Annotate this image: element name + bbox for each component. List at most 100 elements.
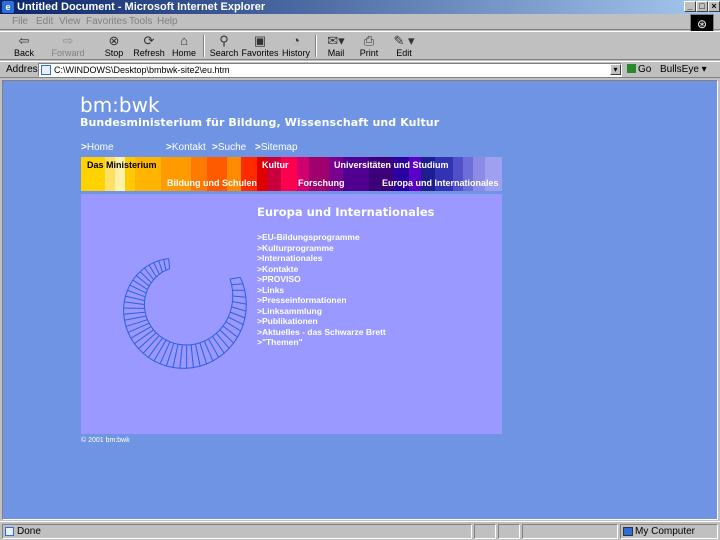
home-icon: ⌂ bbox=[180, 33, 188, 48]
link-list: >EU-Bildungsprogramme >Kulturprogramme >… bbox=[257, 232, 386, 348]
go-label: Go bbox=[638, 64, 652, 75]
menu-view[interactable]: View bbox=[59, 16, 81, 27]
history-label: History bbox=[281, 48, 310, 58]
site-logo[interactable]: bm:bwk bbox=[80, 93, 160, 117]
address-input[interactable]: C:\WINDOWS\Desktop\bmbwk-site2\eu.htm bbox=[38, 63, 622, 77]
link-kontakte[interactable]: >Kontakte bbox=[257, 264, 386, 275]
status-cell bbox=[522, 524, 618, 539]
link-kulturprogramme[interactable]: >Kulturprogramme bbox=[257, 243, 386, 254]
category-ministerium[interactable]: Das Ministerium bbox=[87, 160, 157, 170]
spiral-outline bbox=[123, 258, 247, 369]
menu-favorites[interactable]: Favorites bbox=[86, 16, 127, 27]
category-navigation-bar: Das Ministerium Bildung und Schulen Kult… bbox=[81, 157, 502, 191]
close-button[interactable]: × bbox=[708, 1, 720, 12]
spiral-graphic-svg bbox=[123, 258, 247, 369]
menu-edit[interactable]: Edit bbox=[36, 16, 53, 27]
stop-icon: ⊗ bbox=[108, 33, 120, 48]
spiral-stroke bbox=[229, 276, 241, 280]
copyright-notice: © 2001 bm:bwk bbox=[81, 437, 130, 444]
spiral-stroke bbox=[199, 342, 208, 365]
back-button[interactable]: ⇦ Back bbox=[6, 34, 42, 60]
page-icon bbox=[41, 65, 51, 75]
refresh-button[interactable]: ⟳ Refresh bbox=[131, 34, 167, 60]
home-button[interactable]: ⌂ Home bbox=[166, 34, 202, 60]
section-heading: Europa und Internationales bbox=[257, 205, 435, 219]
spiral-stroke bbox=[230, 311, 246, 319]
refresh-icon: ⟳ bbox=[143, 33, 155, 48]
title-bar: e Untitled Document - Microsoft Internet… bbox=[0, 0, 720, 14]
spiral-stroke bbox=[125, 295, 145, 302]
edit-button[interactable]: ✎ ▾ Edit bbox=[386, 34, 422, 60]
page-viewport[interactable]: bm:bwk Bundesministerium für Bildung, Wi… bbox=[2, 80, 718, 520]
category-europa[interactable]: Europa und Internationales bbox=[382, 178, 499, 188]
menu-file[interactable]: File bbox=[12, 16, 28, 27]
ie-icon: e bbox=[2, 1, 14, 13]
minimize-button[interactable]: _ bbox=[684, 1, 696, 12]
content-panel: Europa und Internationales >EU-Bildungsp… bbox=[81, 194, 502, 434]
spiral-graphic bbox=[99, 252, 249, 385]
mail-button[interactable]: ✉▾ Mail bbox=[318, 34, 354, 60]
toolbar-separator bbox=[203, 35, 205, 57]
favorites-button[interactable]: ▣ Favorites bbox=[240, 34, 280, 60]
topnav-sitemap[interactable]: >Sitemap bbox=[255, 142, 298, 153]
bullseye-button[interactable]: BullsEye ▾ bbox=[660, 64, 707, 75]
spiral-stroke bbox=[232, 301, 247, 305]
spiral-outline bbox=[143, 268, 234, 346]
menu-tools[interactable]: Tools bbox=[129, 16, 152, 27]
search-button[interactable]: ⚲ Search bbox=[206, 34, 242, 60]
link-linksammlung[interactable]: >Linksammlung bbox=[257, 306, 386, 317]
go-icon bbox=[627, 64, 636, 73]
topnav-home[interactable]: >Home bbox=[81, 142, 114, 153]
link-links[interactable]: >Links bbox=[257, 285, 386, 296]
spiral-stroke bbox=[147, 337, 163, 358]
link-internationales[interactable]: >Internationales bbox=[257, 253, 386, 264]
refresh-label: Refresh bbox=[133, 48, 165, 58]
menu-help[interactable]: Help bbox=[157, 16, 178, 27]
link-publikationen[interactable]: >Publikationen bbox=[257, 316, 386, 327]
category-forschung[interactable]: Forschung bbox=[298, 178, 345, 188]
spiral-stroke bbox=[212, 336, 225, 354]
address-dropdown-button[interactable]: ▾ bbox=[610, 64, 621, 75]
link-eu-bildungsprogramme[interactable]: >EU-Bildungsprogramme bbox=[257, 232, 386, 243]
address-url: C:\WINDOWS\Desktop\bmbwk-site2\eu.htm bbox=[54, 65, 230, 75]
link-themen[interactable]: >"Themen" bbox=[257, 337, 386, 348]
ie-throbber-icon: ⊛ bbox=[690, 14, 714, 32]
topnav-sitemap-label: Sitemap bbox=[260, 142, 298, 153]
category-kultur[interactable]: Kultur bbox=[262, 160, 289, 170]
maximize-button[interactable]: □ bbox=[696, 1, 708, 12]
topnav-suche[interactable]: >Suche bbox=[212, 142, 246, 153]
topnav-home-label: Home bbox=[86, 142, 114, 153]
forward-icon: ⇨ bbox=[62, 33, 74, 48]
spiral-stroke bbox=[179, 344, 183, 369]
spiral-stroke bbox=[172, 344, 179, 368]
status-cell bbox=[474, 524, 496, 539]
link-presseinformationen[interactable]: >Presseinformationen bbox=[257, 295, 386, 306]
home-label: Home bbox=[171, 48, 196, 58]
link-proviso[interactable]: >PROVISO bbox=[257, 274, 386, 285]
status-bar: Done My Computer bbox=[0, 521, 720, 540]
category-bildung[interactable]: Bildung und Schulen bbox=[167, 178, 257, 188]
edit-label: Edit bbox=[396, 48, 412, 58]
print-button[interactable]: ⎙ Print bbox=[351, 34, 387, 60]
spiral-stroke bbox=[153, 262, 160, 275]
history-button[interactable]: ◔ History bbox=[278, 34, 314, 60]
spiral-stroke bbox=[124, 301, 145, 305]
category-universitaeten[interactable]: Universitäten und Studium bbox=[334, 160, 449, 170]
spiral-stroke bbox=[123, 311, 146, 315]
window-title: Untitled Document - Microsoft Internet E… bbox=[17, 1, 266, 13]
mail-label: Mail bbox=[327, 48, 345, 58]
spiral-stroke bbox=[139, 271, 152, 284]
status-text-panel: Done bbox=[2, 524, 472, 539]
topnav-kontakt[interactable]: >Kontakt bbox=[166, 142, 206, 153]
spiral-stroke bbox=[215, 332, 230, 349]
forward-button[interactable]: ⇨ Forward bbox=[50, 34, 86, 60]
go-button[interactable]: Go bbox=[627, 64, 651, 75]
spiral-stroke bbox=[231, 306, 247, 312]
link-aktuelles[interactable]: >Aktuelles - das Schwarze Brett bbox=[257, 327, 386, 338]
stop-button[interactable]: ⊗ Stop bbox=[96, 34, 132, 60]
spiral-stroke bbox=[219, 329, 234, 344]
topnav-kontakt-label: Kontakt bbox=[171, 142, 206, 153]
security-zone: My Computer bbox=[620, 524, 718, 539]
spiral-stroke bbox=[158, 260, 163, 273]
favorites-label: Favorites bbox=[241, 48, 279, 58]
